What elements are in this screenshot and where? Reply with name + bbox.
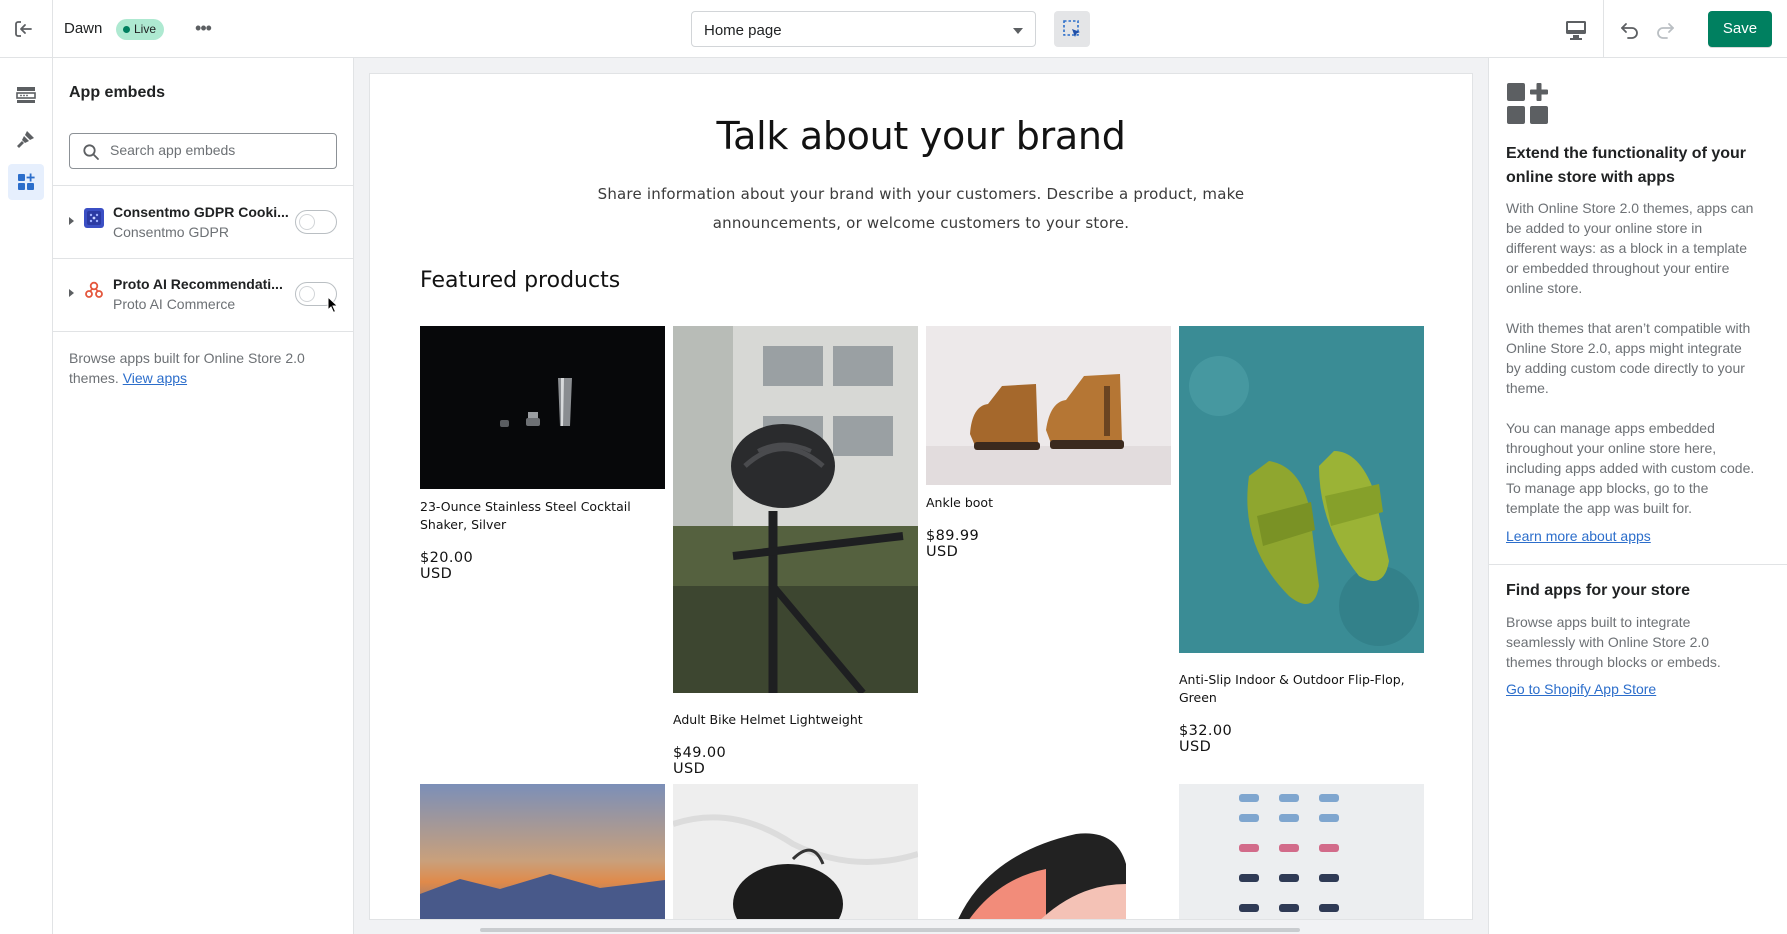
product-image (420, 326, 665, 489)
app-embed-vendor: Consentmo GDPR (113, 224, 229, 240)
hero-text: Share information about your brand with … (597, 185, 1245, 232)
app-blocks-icon (1507, 83, 1548, 124)
sections-icon (16, 87, 36, 103)
search-icon (83, 144, 99, 160)
view-apps-link[interactable]: View apps (123, 370, 187, 386)
product-price: $32.00 USD (1179, 723, 1233, 755)
toggle-knob (299, 214, 315, 230)
divider (1489, 564, 1787, 565)
undo-button[interactable] (1617, 17, 1643, 43)
topbar-divider (52, 0, 53, 58)
undo-icon (1621, 23, 1638, 39)
product-image (1179, 326, 1424, 653)
app-embeds-icon (18, 173, 35, 190)
info-panel: Extend the functionality of your online … (1488, 58, 1787, 934)
info-paragraph: Browse apps built to integrate seamlessl… (1506, 614, 1721, 670)
select-cursor-icon (1063, 20, 1080, 37)
save-button[interactable]: Save (1708, 11, 1772, 47)
exit-icon[interactable] (12, 17, 36, 41)
status-badge: Live (116, 19, 165, 40)
product-price: $49.00 USD (673, 745, 727, 777)
paintbrush-icon (17, 131, 34, 148)
sidebar-footer: Browse apps built for Online Store 2.0 t… (69, 348, 337, 388)
rail-item-app-embeds[interactable] (8, 164, 44, 200)
mouse-cursor-icon (327, 296, 339, 314)
chevron-down-icon (1013, 28, 1023, 34)
divider (53, 331, 354, 332)
app-embed-toggle[interactable] (295, 210, 337, 234)
desktop-preview-button[interactable] (1562, 17, 1590, 43)
product-title: Adult Bike Helmet Lightweight (673, 712, 863, 727)
product-title: 23-Ounce Stainless Steel Cocktail Shaker… (420, 499, 631, 532)
product-image (673, 784, 918, 919)
expand-caret-icon[interactable] (69, 289, 74, 297)
app-embed-name: Consentmo GDPR Cooki... (113, 204, 289, 220)
proto-ai-app-icon (85, 281, 103, 298)
search-field[interactable] (69, 133, 337, 169)
info-heading: Extend the functionality of your online … (1506, 145, 1747, 186)
info-paragraph: With themes that aren’t compatible with … (1506, 320, 1751, 396)
left-rail (0, 58, 53, 934)
monitor-icon (1566, 21, 1586, 40)
info-paragraph: With Online Store 2.0 themes, apps can b… (1506, 200, 1754, 296)
store-preview[interactable]: Talk about your brand Share information … (370, 74, 1472, 919)
expand-caret-icon[interactable] (69, 217, 74, 225)
app-store-link[interactable]: Go to Shopify App Store (1506, 681, 1656, 697)
app-embeds-sidebar: App embeds Consentmo GDPR Cooki... Conse… (53, 58, 354, 934)
page-select[interactable]: Home page (691, 11, 1036, 47)
top-bar: Dawn Live ••• Home page Save (0, 0, 1787, 58)
product-image (926, 784, 1171, 919)
find-apps-heading: Find apps for your store (1506, 582, 1691, 599)
app-embed-name: Proto AI Recommendati... (113, 276, 283, 292)
app-embed-item[interactable]: Consentmo GDPR Cooki... Consentmo GDPR (53, 186, 354, 258)
product-title: Ankle boot (926, 495, 993, 510)
product-image (420, 784, 665, 919)
featured-heading: Featured products (420, 268, 621, 293)
learn-more-link[interactable]: Learn more about apps (1506, 528, 1651, 544)
hero-title: Talk about your brand (716, 114, 1126, 158)
product-image (673, 326, 918, 693)
preview-area: Talk about your brand Share information … (354, 58, 1488, 934)
consentmo-app-icon (84, 208, 104, 228)
toggle-knob (299, 286, 315, 302)
page-select-value: Home page (704, 22, 782, 39)
more-actions-button[interactable]: ••• (190, 17, 216, 41)
product-image (1179, 784, 1424, 919)
product-image (926, 326, 1171, 485)
info-paragraph: You can manage apps embedded throughout … (1506, 420, 1755, 516)
product-price: $89.99 USD (926, 528, 980, 560)
rail-item-sections[interactable] (8, 77, 44, 113)
app-embed-vendor: Proto AI Commerce (113, 296, 236, 312)
product-title: Anti-Slip Indoor & Outdoor Flip-Flop, Gr… (1179, 672, 1405, 705)
redo-icon (1657, 23, 1674, 39)
topbar-divider (1603, 0, 1604, 58)
redo-button[interactable] (1652, 17, 1678, 43)
app-embed-item[interactable]: Proto AI Recommendati... Proto AI Commer… (53, 258, 354, 330)
rail-item-theme-settings[interactable] (8, 121, 44, 157)
theme-name: Dawn (64, 20, 103, 37)
sidebar-title: App embeds (69, 84, 166, 101)
horizontal-scrollbar[interactable] (480, 928, 1300, 932)
product-price: $20.00 USD (420, 550, 474, 582)
search-input[interactable] (110, 142, 330, 158)
status-badge-label: Live (134, 22, 157, 36)
live-dot-icon (123, 26, 130, 33)
inspector-button[interactable] (1054, 11, 1090, 47)
